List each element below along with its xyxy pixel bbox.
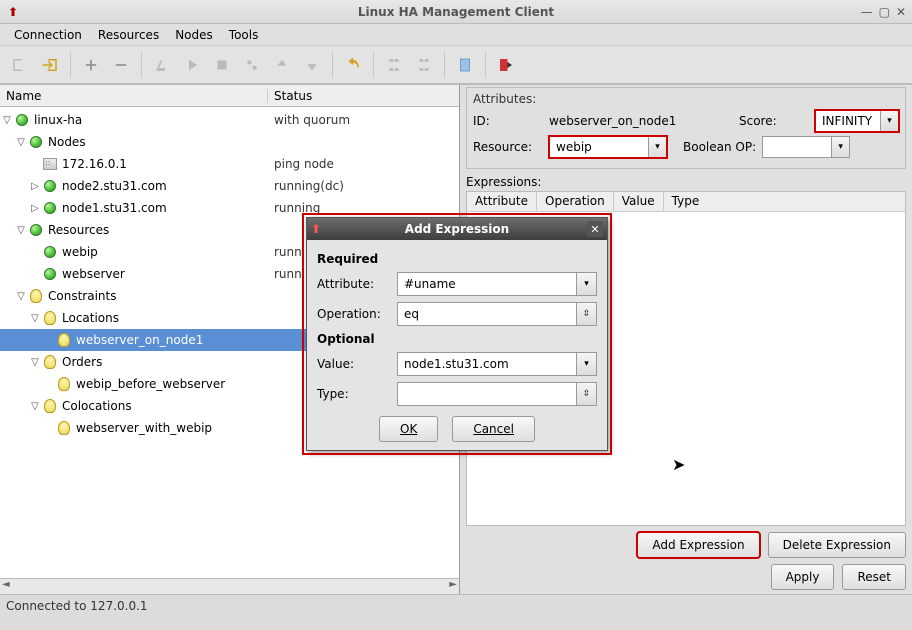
undo-icon[interactable] [339, 51, 367, 79]
dlg-attribute-combo[interactable]: #uname▾ [397, 272, 597, 296]
add-expression-button[interactable]: Add Expression [637, 532, 759, 558]
resources-icon [30, 224, 42, 236]
exit-icon[interactable] [492, 51, 520, 79]
add-expression-dialog: ⬆ Add Expression ✕ Required Attribute: #… [306, 217, 608, 451]
horizontal-scrollbar[interactable] [0, 578, 459, 594]
login-icon[interactable] [36, 51, 64, 79]
menu-resources[interactable]: Resources [92, 26, 165, 44]
dlg-attribute-label: Attribute: [317, 277, 397, 291]
chevron-down-icon[interactable]: ▾ [649, 136, 667, 158]
resource-label: Resource: [473, 140, 543, 154]
minimize-button[interactable]: — [861, 5, 873, 19]
refresh-icon[interactable] [238, 51, 266, 79]
chevron-updown-icon[interactable]: ⇳ [577, 302, 597, 326]
reset-button[interactable]: Reset [842, 564, 906, 590]
dialog-title: Add Expression [405, 222, 509, 236]
bulb-icon [44, 355, 56, 369]
window-titlebar: ⬆ Linux HA Management Client — ▢ ✕ [0, 0, 912, 24]
bulb-icon [58, 333, 70, 347]
dlg-type-label: Type: [317, 387, 397, 401]
score-label: Score: [739, 114, 809, 128]
chevron-down-icon[interactable]: ▾ [881, 110, 899, 132]
cleanup-icon[interactable] [148, 51, 176, 79]
boolop-combo[interactable]: ▾ [762, 136, 850, 158]
attributes-box: Attributes: ID: webserver_on_node1 Score… [466, 87, 906, 169]
toolbar [0, 46, 912, 84]
bulb-icon [30, 289, 42, 303]
tree-row[interactable]: ▷node2.stu31.com running(dc) [0, 175, 459, 197]
chevron-down-icon[interactable]: ▾ [577, 352, 597, 376]
menubar: Connection Resources Nodes Tools [0, 24, 912, 46]
window-title: Linux HA Management Client [358, 5, 554, 19]
dialog-ok-button[interactable]: OK [379, 416, 438, 442]
resource-icon [44, 246, 56, 258]
id-label: ID: [473, 114, 543, 128]
attributes-header: Attributes: [473, 92, 899, 106]
node-status-icon [16, 114, 28, 126]
id-value: webserver_on_node1 [549, 114, 733, 128]
tree-row-root[interactable]: ▽linux-ha with quorum [0, 109, 459, 131]
expressions-header: Expressions: [466, 175, 906, 189]
boolop-label: Boolean OP: [683, 140, 756, 154]
dlg-type-combo[interactable]: ⇳ [397, 382, 597, 406]
online-icon[interactable] [410, 51, 438, 79]
logout-icon[interactable] [6, 51, 34, 79]
dialog-app-icon: ⬆ [311, 222, 321, 236]
maximize-button[interactable]: ▢ [879, 5, 890, 19]
dlg-value-label: Value: [317, 357, 397, 371]
dialog-titlebar[interactable]: ⬆ Add Expression ✕ [307, 218, 607, 240]
add-icon[interactable] [77, 51, 105, 79]
status-bar: Connected to 127.0.0.1 [0, 594, 912, 616]
document-icon[interactable] [451, 51, 479, 79]
down-icon[interactable] [298, 51, 326, 79]
start-icon[interactable] [178, 51, 206, 79]
up-icon[interactable] [268, 51, 296, 79]
node-status-icon [44, 202, 56, 214]
dialog-cancel-button[interactable]: Cancel [452, 416, 535, 442]
delete-expression-button[interactable]: Delete Expression [768, 532, 906, 558]
resource-combo[interactable]: webip▾ [549, 136, 667, 158]
chevron-updown-icon[interactable]: ⇳ [577, 382, 597, 406]
score-combo[interactable]: INFINITY▾ [815, 110, 899, 132]
tree-row-nodes[interactable]: ▽Nodes [0, 131, 459, 153]
chevron-down-icon[interactable]: ▾ [577, 272, 597, 296]
bulb-icon [44, 311, 56, 325]
tree-header: Name Status [0, 85, 459, 107]
optional-section: Optional [317, 332, 597, 346]
col-status[interactable]: Status [268, 89, 459, 103]
dlg-operation-combo[interactable]: eq⇳ [397, 302, 597, 326]
menu-tools[interactable]: Tools [223, 26, 265, 44]
menu-connection[interactable]: Connection [8, 26, 88, 44]
dlg-operation-label: Operation: [317, 307, 397, 321]
ping-node-icon [43, 158, 57, 170]
standby-icon[interactable] [380, 51, 408, 79]
node-status-icon [30, 136, 42, 148]
app-icon: ⬆ [8, 5, 18, 19]
close-button[interactable]: ✕ [896, 5, 906, 19]
col-value[interactable]: Value [614, 192, 664, 211]
menu-nodes[interactable]: Nodes [169, 26, 219, 44]
bulb-icon [58, 421, 70, 435]
node-status-icon [44, 180, 56, 192]
bulb-icon [58, 377, 70, 391]
col-type[interactable]: Type [664, 192, 708, 211]
tree-row[interactable]: 172.16.0.1 ping node [0, 153, 459, 175]
remove-icon[interactable] [107, 51, 135, 79]
dialog-close-button[interactable]: ✕ [587, 221, 603, 237]
dlg-value-combo[interactable]: node1.stu31.com▾ [397, 352, 597, 376]
chevron-down-icon[interactable]: ▾ [832, 136, 850, 158]
col-attribute[interactable]: Attribute [467, 192, 537, 211]
status-text: Connected to 127.0.0.1 [6, 599, 148, 613]
bulb-icon [44, 399, 56, 413]
apply-button[interactable]: Apply [771, 564, 835, 590]
resource-icon [44, 268, 56, 280]
col-operation[interactable]: Operation [537, 192, 614, 211]
stop-icon[interactable] [208, 51, 236, 79]
tree-row[interactable]: ▷node1.stu31.com running [0, 197, 459, 219]
col-name[interactable]: Name [0, 89, 268, 103]
required-section: Required [317, 252, 597, 266]
